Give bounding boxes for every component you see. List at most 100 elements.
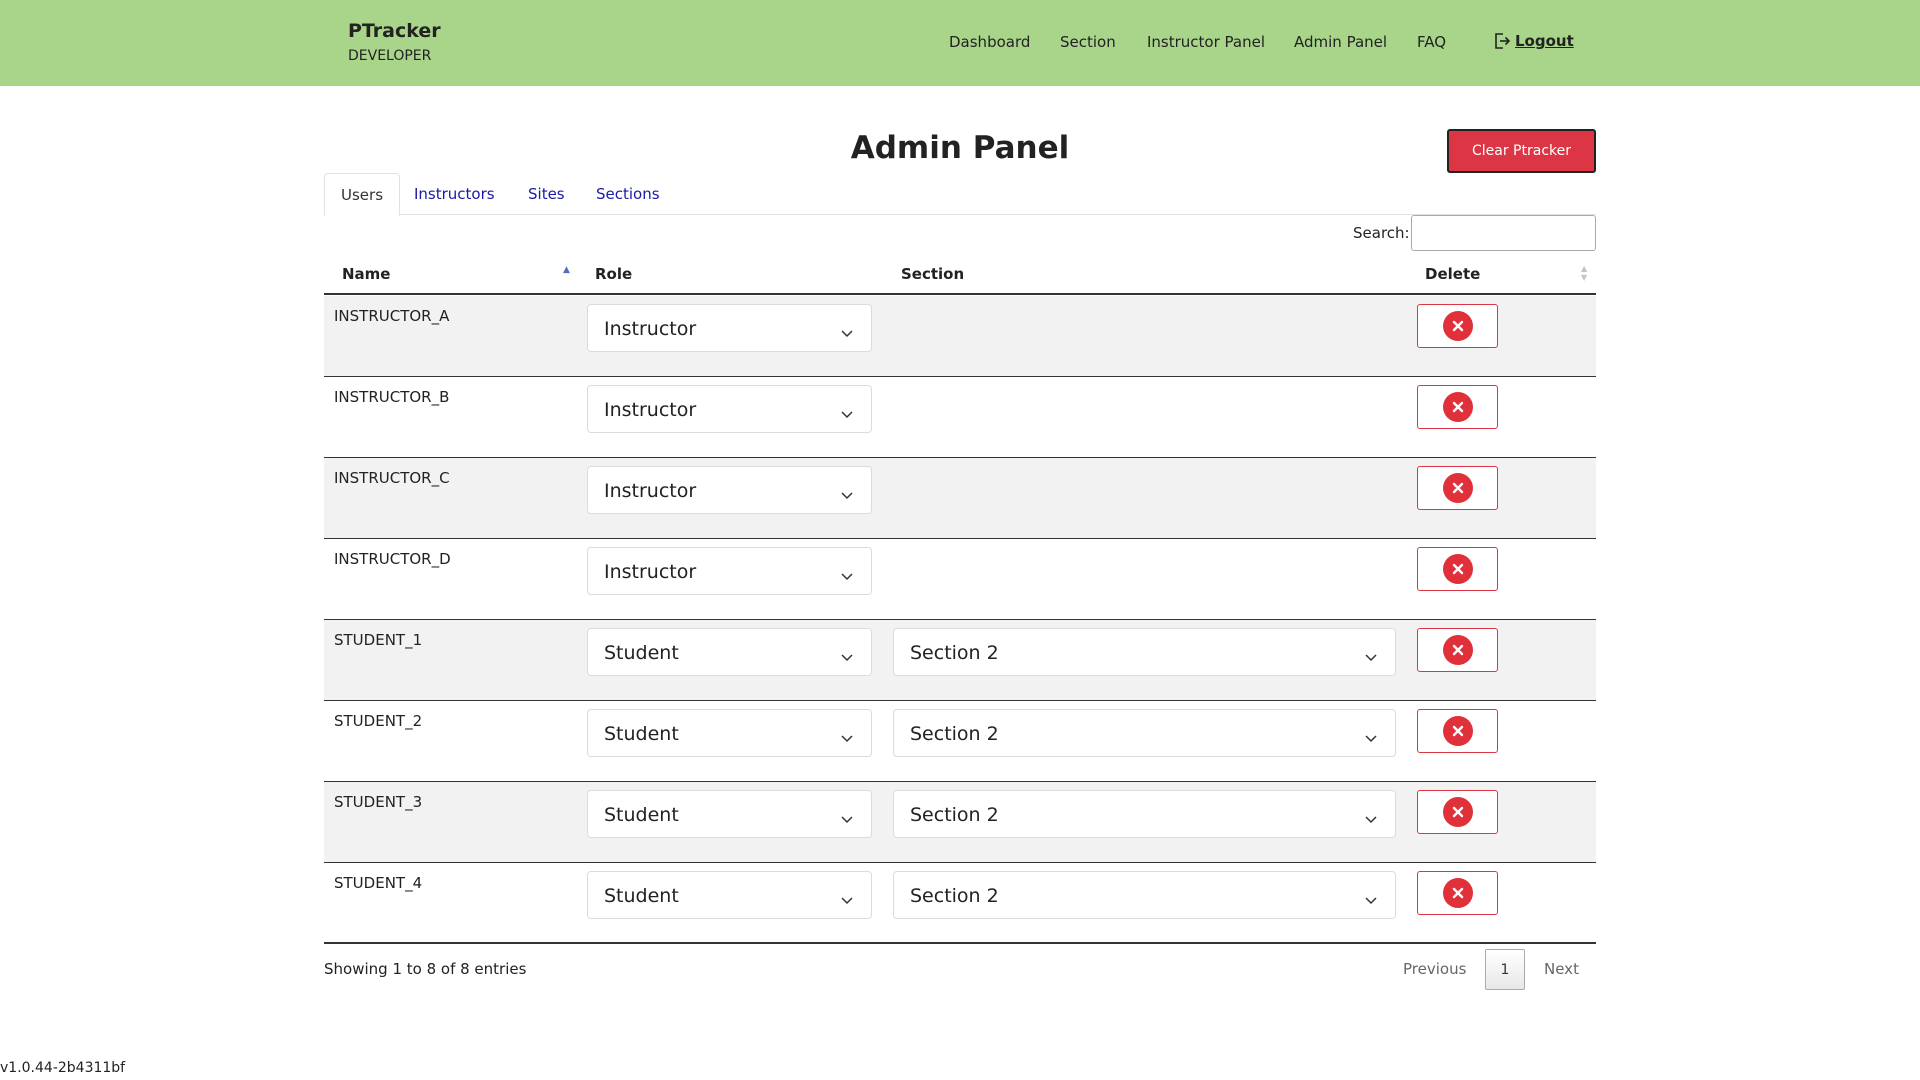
version-label: v1.0.44-2b4311bf [0, 1060, 126, 1076]
role-select-value: Instructor [604, 480, 697, 502]
delete-user-button[interactable] [1417, 871, 1498, 915]
page-title: Admin Panel [850, 130, 1070, 166]
logout-link[interactable]: Logout [1493, 32, 1574, 50]
section-select[interactable]: Section 2 [893, 628, 1396, 676]
users-table-body: INSTRUCTOR_A Instructor INSTRUCTOR_B Instru… [324, 296, 1596, 944]
table-header: Name ▲ Role Section Delete ▲ ▼ [324, 258, 1596, 295]
delete-user-button[interactable] [1417, 709, 1498, 753]
role-select[interactable]: Student [587, 871, 872, 919]
chevron-down-icon [841, 485, 853, 504]
delete-user-button[interactable] [1417, 304, 1498, 348]
clear-ptracker-button[interactable]: Clear Ptracker [1447, 129, 1596, 173]
delete-user-button[interactable] [1417, 790, 1498, 834]
section-select[interactable]: Section 2 [893, 790, 1396, 838]
column-header-role: Role [595, 265, 633, 283]
brand-subtitle: DEVELOPER [348, 48, 432, 64]
nav-link-admin-panel[interactable]: Admin Panel [1294, 33, 1387, 51]
tab-users[interactable]: Users [324, 173, 401, 216]
role-select[interactable]: Instructor [587, 547, 872, 595]
user-name: INSTRUCTOR_D [334, 550, 451, 568]
user-name: STUDENT_3 [334, 793, 423, 811]
role-select[interactable]: Instructor [587, 466, 872, 514]
close-circle-icon [1442, 311, 1473, 341]
table-row: INSTRUCTOR_B Instructor [324, 377, 1596, 458]
section-select[interactable]: Section 2 [893, 871, 1396, 919]
role-select-value: Instructor [604, 399, 697, 421]
user-name: STUDENT_1 [334, 631, 423, 649]
role-select-value: Student [604, 723, 679, 745]
nav-link-section[interactable]: Section [1060, 33, 1116, 51]
pagination-next[interactable]: Next [1544, 960, 1579, 978]
close-circle-icon [1442, 473, 1473, 503]
user-name: STUDENT_4 [334, 874, 423, 892]
delete-user-button[interactable] [1417, 628, 1498, 672]
chevron-down-icon [841, 566, 853, 585]
close-circle-icon [1442, 797, 1473, 827]
section-select[interactable]: Section 2 [893, 709, 1396, 757]
nav-link-dashboard[interactable]: Dashboard [949, 33, 1030, 51]
chevron-down-icon [841, 323, 853, 342]
table-row: STUDENT_4 Student Section 2 [324, 863, 1596, 944]
pagination-previous[interactable]: Previous [1403, 960, 1466, 978]
nav-link-faq[interactable]: FAQ [1417, 33, 1446, 51]
chevron-down-icon [841, 728, 853, 747]
delete-user-button[interactable] [1417, 547, 1498, 591]
brand[interactable]: PTracker DEVELOPER [348, 20, 441, 64]
role-select-value: Student [604, 885, 679, 907]
delete-user-button[interactable] [1417, 385, 1498, 429]
role-select-value: Instructor [604, 561, 697, 583]
tab-sections[interactable]: Sections [596, 173, 660, 215]
search-label: Search: [1353, 224, 1410, 242]
role-select[interactable]: Instructor [587, 304, 872, 352]
pagination-page-1[interactable]: 1 [1485, 949, 1525, 990]
section-select-value: Section 2 [910, 885, 999, 907]
tab-instructors[interactable]: Instructors [414, 173, 495, 215]
table-row: INSTRUCTOR_D Instructor [324, 539, 1596, 620]
close-circle-icon [1442, 554, 1473, 584]
close-circle-icon [1442, 392, 1473, 422]
chevron-down-icon [1365, 728, 1377, 747]
column-header-delete[interactable]: Delete [1425, 265, 1480, 283]
column-header-name[interactable]: Name [342, 265, 390, 283]
close-circle-icon [1442, 878, 1473, 908]
delete-user-button[interactable] [1417, 466, 1498, 510]
tab-sites[interactable]: Sites [528, 173, 565, 215]
role-select[interactable]: Instructor [587, 385, 872, 433]
section-select-value: Section 2 [910, 804, 999, 826]
user-name: INSTRUCTOR_A [334, 307, 450, 325]
sort-ascending-icon: ▲ [563, 265, 570, 275]
brand-name: PTracker [348, 20, 441, 42]
chevron-down-icon [841, 404, 853, 423]
chevron-down-icon [841, 809, 853, 828]
user-name: INSTRUCTOR_C [334, 469, 450, 487]
tab-bar: Users Instructors Sites Sections [324, 173, 1596, 216]
close-circle-icon [1442, 635, 1473, 665]
table-row: INSTRUCTOR_A Instructor [324, 296, 1596, 377]
role-select[interactable]: Student [587, 628, 872, 676]
role-select[interactable]: Student [587, 790, 872, 838]
role-select[interactable]: Student [587, 709, 872, 757]
chevron-down-icon [1365, 890, 1377, 909]
table-row: INSTRUCTOR_C Instructor [324, 458, 1596, 539]
section-select-value: Section 2 [910, 642, 999, 664]
column-header-section: Section [901, 265, 965, 283]
table-row: STUDENT_3 Student Section 2 [324, 782, 1596, 863]
logout-icon [1493, 32, 1511, 50]
chevron-down-icon [1365, 809, 1377, 828]
navbar: PTracker DEVELOPER Dashboard Section Ins… [0, 0, 1920, 86]
table-row: STUDENT_2 Student Section 2 [324, 701, 1596, 782]
chevron-down-icon [841, 890, 853, 909]
role-select-value: Instructor [604, 318, 697, 340]
nav-link-instructor-panel[interactable]: Instructor Panel [1147, 33, 1265, 51]
sort-icon: ▲ ▼ [1581, 264, 1588, 282]
close-circle-icon [1442, 716, 1473, 746]
search-input[interactable] [1411, 215, 1596, 251]
section-select-value: Section 2 [910, 723, 999, 745]
table-row: STUDENT_1 Student Section 2 [324, 620, 1596, 701]
chevron-down-icon [841, 647, 853, 666]
logout-label: Logout [1515, 32, 1574, 50]
user-name: STUDENT_2 [334, 712, 423, 730]
chevron-down-icon [1365, 647, 1377, 666]
user-name: INSTRUCTOR_B [334, 388, 450, 406]
table-info: Showing 1 to 8 of 8 entries [324, 960, 527, 978]
